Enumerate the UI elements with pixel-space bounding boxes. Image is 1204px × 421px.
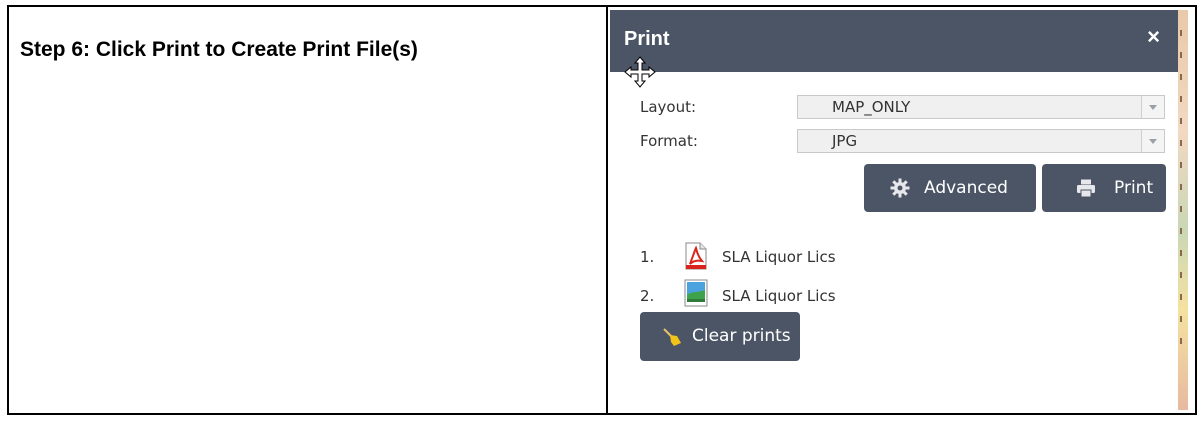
advanced-button[interactable]: Advanced: [864, 164, 1036, 212]
panel-header[interactable]: Print ×: [610, 10, 1178, 72]
map-background-strip: [1178, 10, 1188, 410]
panel-title: Print: [624, 28, 670, 50]
gear-icon: [890, 178, 910, 198]
layout-select-value: MAP_ONLY: [832, 98, 911, 116]
printer-icon: [1077, 179, 1095, 198]
result-link[interactable]: SLA Liquor Lics: [722, 248, 836, 266]
pdf-file-icon[interactable]: [684, 242, 708, 270]
chevron-down-icon[interactable]: [1141, 96, 1164, 118]
format-select[interactable]: JPG: [797, 129, 1165, 153]
layout-select[interactable]: MAP_ONLY: [797, 95, 1165, 119]
print-widget-screenshot: Print × Layout: MAP_ONLY Format: JPG Adv…: [610, 10, 1188, 410]
clear-prints-label: Clear prints: [692, 326, 791, 346]
print-button-label: Print: [1114, 178, 1154, 198]
print-panel: Print × Layout: MAP_ONLY Format: JPG Adv…: [610, 10, 1178, 410]
table-column-divider: [606, 7, 608, 413]
image-file-icon[interactable]: [684, 279, 708, 307]
format-select-value: JPG: [832, 132, 858, 150]
result-link[interactable]: SLA Liquor Lics: [722, 287, 836, 305]
result-index: 2.: [640, 287, 655, 305]
close-icon[interactable]: ×: [1147, 26, 1160, 48]
broom-icon: [663, 328, 681, 346]
format-label: Format:: [640, 132, 698, 150]
print-button[interactable]: Print: [1042, 164, 1166, 212]
chevron-down-icon[interactable]: [1141, 130, 1164, 152]
layout-label: Layout:: [640, 98, 697, 116]
result-index: 1.: [640, 248, 655, 266]
advanced-button-label: Advanced: [924, 178, 1008, 198]
step-title: Step 6: Click Print to Create Print File…: [20, 38, 418, 61]
clear-prints-button[interactable]: Clear prints: [640, 312, 800, 361]
move-cursor-icon: [624, 56, 656, 88]
